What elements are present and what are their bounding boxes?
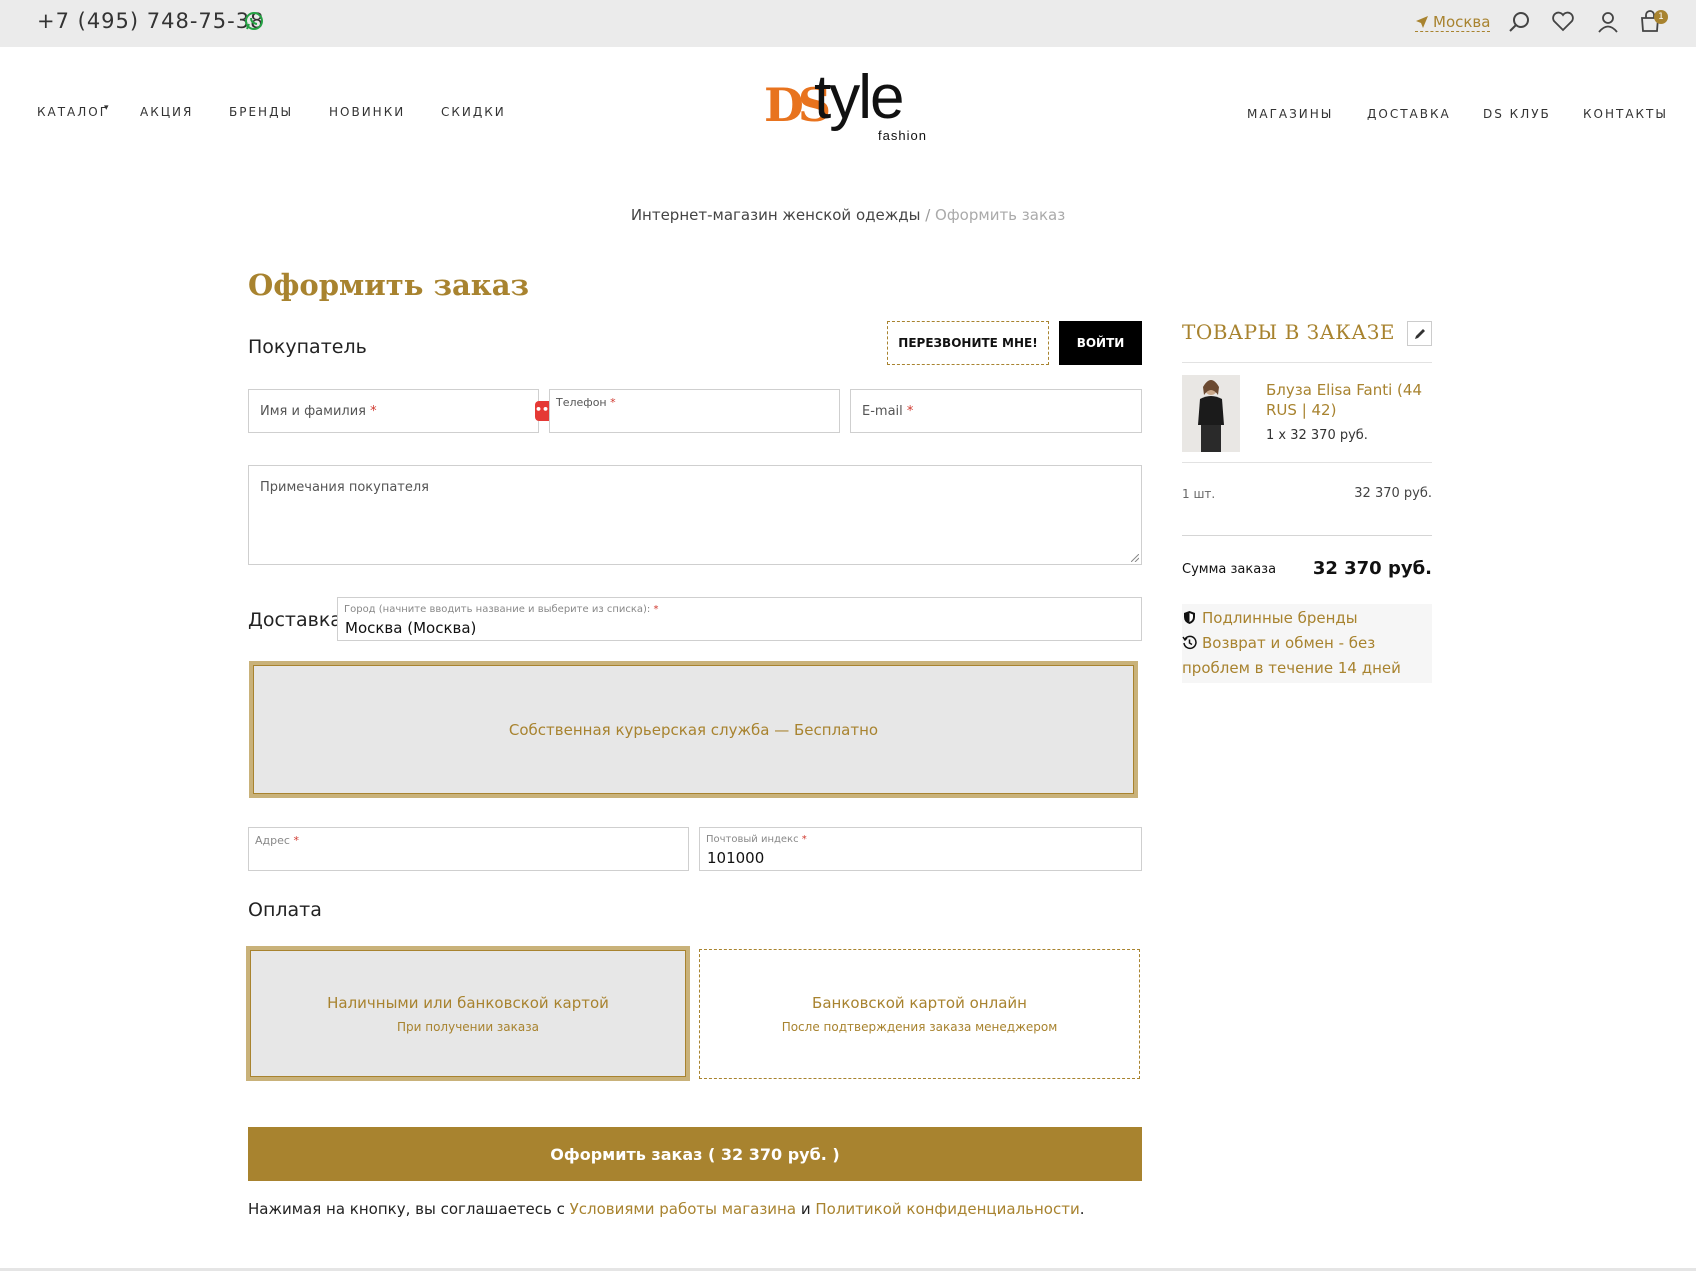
nav-sale[interactable]: СКИДКИ [441, 105, 506, 119]
postcode-field[interactable]: Почтовый индекс * 101000 [699, 827, 1142, 871]
location-arrow-icon [1416, 16, 1428, 28]
nav-catalog[interactable]: КАТАЛОГ [37, 105, 109, 119]
name-field[interactable]: Имя и фамилия * [248, 389, 539, 433]
email-placeholder: E-mail [862, 404, 903, 419]
nav-ds-club[interactable]: DS КЛУБ [1483, 107, 1551, 121]
cart-count-badge: 1 [1654, 10, 1668, 24]
product-image[interactable] [1182, 375, 1240, 452]
phone-field[interactable]: Телефон * [549, 389, 840, 433]
edit-cart-button[interactable] [1407, 321, 1432, 346]
delivery-option-courier[interactable]: Собственная курьерская служба — Бесплатн… [249, 661, 1138, 798]
delivery-title: Доставка [248, 609, 342, 631]
payment-option-title: Банковской картой онлайн [812, 994, 1027, 1012]
address-field[interactable]: Адрес * [248, 827, 689, 871]
delivery-option-label: Собственная курьерская служба — Бесплатн… [508, 720, 879, 739]
divider [1182, 362, 1432, 363]
page-title: Оформить заказ [248, 268, 530, 302]
divider [1182, 462, 1432, 463]
nav-brands[interactable]: БРЕНДЫ [229, 105, 293, 119]
payment-option-cash[interactable]: Наличными или банковской картой При полу… [246, 946, 690, 1081]
heart-icon[interactable] [1551, 10, 1575, 34]
order-summary-title: ТОВАРЫ В ЗАКАЗЕ [1182, 320, 1395, 344]
perk-label: Возврат и обмен - без проблем в течение … [1182, 634, 1401, 677]
payment-option-title: Наличными или банковской картой [327, 993, 609, 1012]
shield-icon [1184, 611, 1195, 624]
order-sum-value: 32 370 руб. [1312, 558, 1432, 579]
logo[interactable]: DS tyle fashion [764, 63, 934, 146]
terms-link[interactable]: Условиями работы магазина [570, 1200, 796, 1218]
address-label: Адрес [255, 834, 290, 847]
required-mark: * [610, 396, 616, 409]
privacy-link[interactable]: Политикой конфиденциальности [815, 1200, 1079, 1218]
city-field[interactable]: Город (начните вводить название и выбери… [337, 597, 1142, 641]
notes-textarea[interactable]: Примечания покупателя [248, 465, 1142, 565]
resize-handle-icon[interactable] [1131, 554, 1139, 562]
city-label: Москва [1433, 13, 1491, 31]
nav-contacts[interactable]: КОНТАКТЫ [1583, 107, 1668, 121]
product-photo [1182, 375, 1240, 452]
perks-list: Подлинные бренды Возврат и обмен - без п… [1182, 604, 1432, 683]
payment-title: Оплата [248, 899, 322, 921]
postcode-label: Почтовый индекс [706, 834, 799, 845]
breadcrumb-separator: / [920, 206, 936, 224]
phone-number[interactable]: +7 (495) 748-75-38 [37, 9, 264, 33]
city-field-label: Город (начните вводить название и выбери… [344, 604, 651, 615]
divider [1182, 535, 1432, 536]
chevron-down-icon: ▾ [104, 103, 109, 113]
nav-delivery[interactable]: ДОСТАВКА [1367, 107, 1451, 121]
history-icon [1182, 635, 1197, 650]
city-selector[interactable]: Москва [1415, 13, 1491, 32]
buyer-title: Покупатель [248, 336, 367, 358]
required-mark: * [370, 404, 377, 419]
perk-item: Возврат и обмен - без проблем в течение … [1182, 631, 1432, 681]
logo-sub: fashion [878, 128, 927, 143]
product-quantity: 1 x 32 370 руб. [1266, 428, 1368, 443]
whatsapp-icon[interactable] [244, 11, 264, 31]
nav-stores[interactable]: МАГАЗИНЫ [1247, 107, 1333, 121]
postcode-value: 101000 [707, 849, 765, 867]
city-field-value: Москва (Москва) [345, 619, 477, 637]
perk-item: Подлинные бренды [1182, 606, 1432, 631]
product-name[interactable]: Блуза Elisa Fanti (44 RUS | 42) [1266, 380, 1426, 420]
items-count: 1 шт. [1182, 487, 1216, 501]
payment-option-card-online[interactable]: Банковской картой онлайн После подтвержд… [699, 949, 1140, 1079]
agreement-text: Нажимая на кнопку, вы соглашаетесь с Усл… [248, 1200, 1085, 1218]
nav-promo[interactable]: АКЦИЯ [140, 105, 193, 119]
agreement-suffix: . [1079, 1200, 1085, 1218]
user-icon[interactable] [1596, 10, 1620, 34]
submit-order-button[interactable]: Оформить заказ ( 32 370 руб. ) [248, 1127, 1142, 1181]
phone-placeholder: Телефон [556, 396, 607, 409]
email-field[interactable]: E-mail * [850, 389, 1142, 433]
pencil-icon [1415, 329, 1425, 339]
login-button[interactable]: ВОЙТИ [1059, 321, 1142, 365]
search-icon[interactable] [1507, 10, 1531, 34]
items-price: 32 370 руб. [1354, 486, 1432, 501]
top-bar: +7 (495) 748-75-38 Москва 1 [0, 0, 1696, 47]
order-sum-label: Сумма заказа [1182, 562, 1277, 577]
agreement-prefix: Нажимая на кнопку, вы соглашаетесь с [248, 1200, 570, 1218]
agreement-and: и [796, 1200, 816, 1218]
nav-new[interactable]: НОВИНКИ [329, 105, 405, 119]
name-placeholder: Имя и фамилия [260, 404, 366, 419]
logo-word: tyle [814, 63, 904, 132]
payment-option-sub: При получении заказа [396, 1019, 539, 1034]
required-mark: * [293, 834, 299, 847]
breadcrumb-home[interactable]: Интернет-магазин женской одежды [631, 206, 921, 224]
breadcrumb: Интернет-магазин женской одежды / Оформи… [0, 206, 1696, 224]
required-mark: * [906, 404, 914, 419]
callback-button[interactable]: ПЕРЕЗВОНИТЕ МНЕ! [887, 321, 1049, 365]
perk-label: Подлинные бренды [1202, 609, 1358, 627]
required-mark: * [801, 834, 807, 845]
required-mark: * [653, 604, 659, 615]
breadcrumb-current: Оформить заказ [935, 206, 1066, 224]
notes-placeholder: Примечания покупателя [260, 480, 429, 495]
payment-option-sub: После подтверждения заказа менеджером [781, 1020, 1058, 1034]
